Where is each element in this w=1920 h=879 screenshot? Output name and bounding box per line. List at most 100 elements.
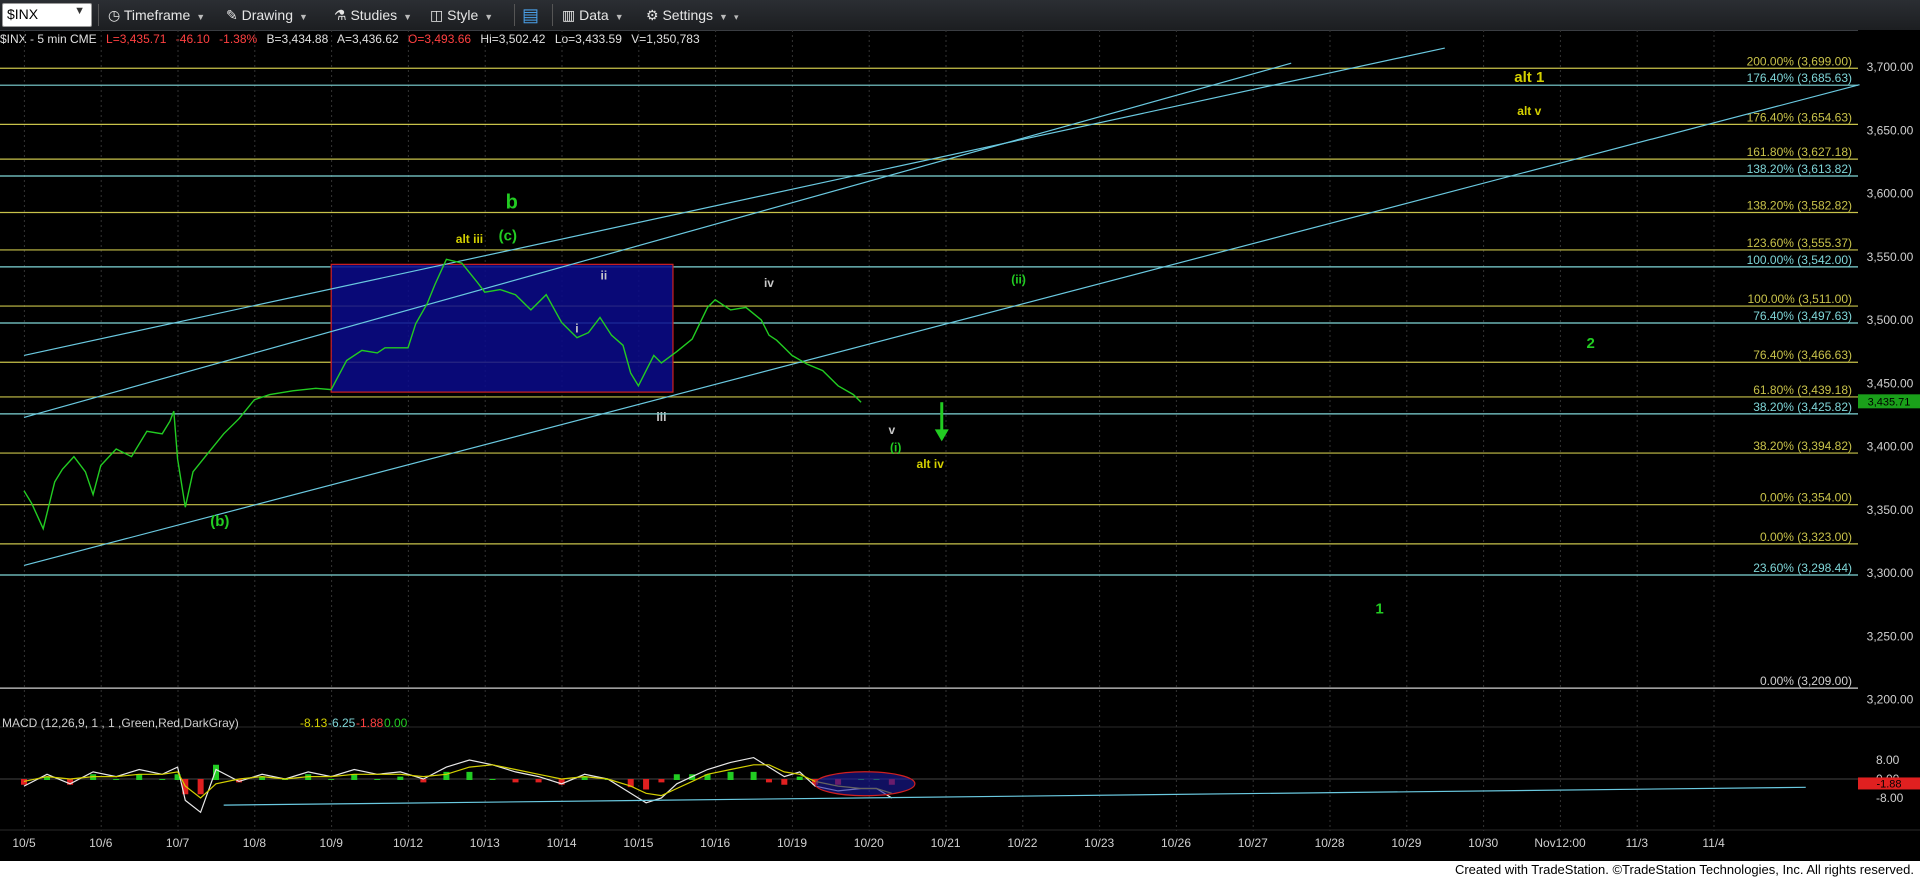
toolbar-divider: [98, 4, 99, 26]
x-tick-label: 10/16: [700, 836, 730, 850]
style-menu[interactable]: ◫ Style ▼: [430, 5, 493, 25]
x-tick-label: 10/8: [243, 836, 267, 850]
flask-icon: ⚗: [334, 7, 347, 23]
x-tick-label: 10/13: [470, 836, 500, 850]
fib-level-label: 200.00% (3,699.00): [1747, 54, 1852, 68]
macd-histogram-bar: [765, 779, 772, 783]
timeframe-label: Timeframe: [123, 7, 191, 23]
wave-label: iv: [764, 276, 774, 290]
fib-level-label: 138.20% (3,613.82): [1747, 162, 1852, 176]
pencil-icon: ✎: [226, 7, 238, 23]
x-tick-label: 11/3: [1626, 836, 1649, 850]
data-menu[interactable]: ▥ Data ▼: [562, 5, 624, 25]
x-tick-label: 10/19: [777, 836, 807, 850]
fib-level-label: 100.00% (3,511.00): [1747, 292, 1852, 306]
fib-level-label: 176.40% (3,685.63): [1747, 71, 1852, 85]
x-tick-label: 10/20: [854, 836, 884, 850]
macd-histogram-bar: [781, 779, 788, 785]
chevron-down-icon: ▼: [403, 12, 413, 22]
x-tick-label: 10/5: [12, 836, 36, 850]
fib-level-label: 61.80% (3,439.18): [1753, 383, 1852, 397]
macd-histogram-bar: [213, 764, 219, 780]
macd-histogram-bar: [374, 779, 381, 780]
wave-label: alt iii: [456, 232, 483, 246]
y-tick-label: 3,350.00: [1867, 503, 1914, 517]
macd-histogram-bar: [658, 779, 665, 783]
chevron-down-icon[interactable]: ▼: [74, 5, 85, 17]
wave-label: alt 1: [1514, 69, 1544, 86]
chevron-down-icon: ▼: [298, 12, 308, 22]
wave-label: ii: [601, 269, 608, 283]
x-tick-label: 11/4: [1702, 836, 1725, 850]
x-tick-label: 10/30: [1468, 836, 1498, 850]
macd-trend-line[interactable]: [223, 786, 1806, 806]
y-tick-label: 3,600.00: [1867, 187, 1914, 201]
price-chart[interactable]: 10/5 10/6 10/7 10/8 10/9 10/12 10/13 10/14 10/15…: [0, 30, 1920, 861]
toolbar: $INX ▼ ◷ Timeframe ▼ ✎ Drawing ▼ ⚗ Studies…: [0, 0, 1920, 31]
copyright-text: Created with TradeStation. ©TradeStation…: [1454, 862, 1914, 877]
wave-label: iii: [656, 410, 666, 424]
x-tick-label: 10/21: [931, 836, 961, 850]
symbol-input[interactable]: $INX ▼: [2, 3, 92, 27]
x-tick-label: 10/9: [320, 836, 344, 850]
macd-title: MACD (12,26,9, 1 , 1 ,Green,Red,DarkGray…: [2, 716, 239, 730]
macd-histogram-bar: [351, 774, 358, 780]
y-tick-label: 3,400.00: [1867, 440, 1914, 454]
macd-histogram-bar: [512, 779, 519, 783]
macd-y-tick-label: 8.00: [1876, 753, 1900, 767]
y-tick-label: 3,250.00: [1867, 629, 1914, 643]
macd-value: -8.13: [300, 716, 328, 730]
x-tick-label: 10/29: [1391, 836, 1421, 850]
wave-label: (b): [210, 513, 229, 530]
chevron-down-icon: ▼: [719, 12, 728, 22]
y-tick-label: 3,300.00: [1867, 566, 1914, 580]
macd-histogram-bar: [750, 771, 757, 780]
macd-histogram-bar: [328, 779, 335, 780]
macd-histogram-bar: [159, 779, 166, 780]
macd-histogram-bar: [727, 771, 734, 780]
macd-value: 0.00: [384, 716, 408, 730]
macd-histogram-bar: [466, 771, 473, 780]
chevron-down-icon: ▼: [484, 12, 494, 22]
wave-label: (c): [499, 227, 517, 244]
wave-label: i: [575, 322, 578, 336]
style-label: Style: [447, 7, 479, 23]
drawing-menu[interactable]: ✎ Drawing ▼: [226, 5, 308, 25]
fib-level-label: 0.00% (3,209.00): [1760, 674, 1852, 688]
x-tick-label: 10/12: [393, 836, 423, 850]
x-tick-label: 10/15: [623, 836, 653, 850]
footer: Created with TradeStation. ©TradeStation…: [0, 861, 1920, 879]
macd-histogram-bar: [197, 779, 204, 795]
studies-menu[interactable]: ⚗ Studies ▼: [334, 5, 412, 25]
chevron-down-icon: ▼: [614, 12, 624, 22]
layout-icon[interactable]: ▤: [522, 5, 539, 25]
y-tick-label: 3,200.00: [1867, 693, 1914, 707]
settings-label: Settings: [662, 7, 714, 23]
fib-level-label: 0.00% (3,354.00): [1760, 491, 1852, 505]
x-tick-label: 10/23: [1084, 836, 1114, 850]
data-label: Data: [579, 7, 609, 23]
x-tick-label: 10/26: [1161, 836, 1191, 850]
macd-signal-line: [23, 764, 892, 799]
wave-label: b: [506, 192, 518, 214]
macd-value-tag-label: -1.88: [1876, 778, 1901, 790]
wave-label: v: [888, 423, 895, 437]
timeframe-menu[interactable]: ◷ Timeframe ▼: [108, 5, 205, 25]
fib-level-label: 0.00% (3,323.00): [1760, 530, 1852, 544]
wave-label: (ii): [1011, 272, 1026, 286]
clock-icon: ◷: [108, 7, 121, 23]
fib-level-label: 176.40% (3,654.63): [1747, 110, 1852, 124]
x-tick-label: 10/6: [89, 836, 113, 850]
drawing-label: Drawing: [241, 7, 293, 23]
wave-label: 1: [1375, 600, 1383, 617]
macd-histogram-bar: [796, 776, 803, 780]
macd-y-tick-label: -8.00: [1876, 791, 1904, 805]
symbol-value: $INX: [7, 6, 39, 22]
fib-level-label: 38.20% (3,394.82): [1753, 439, 1852, 453]
x-tick-label: 10/22: [1007, 836, 1037, 850]
macd-value: -6.25: [328, 716, 356, 730]
macd-histogram-bar: [397, 776, 404, 780]
toolbar-divider: [514, 4, 515, 26]
fib-level-label: 161.80% (3,627.18): [1747, 145, 1852, 159]
settings-menu[interactable]: ⚙ Settings ▼ ▾: [646, 5, 739, 25]
